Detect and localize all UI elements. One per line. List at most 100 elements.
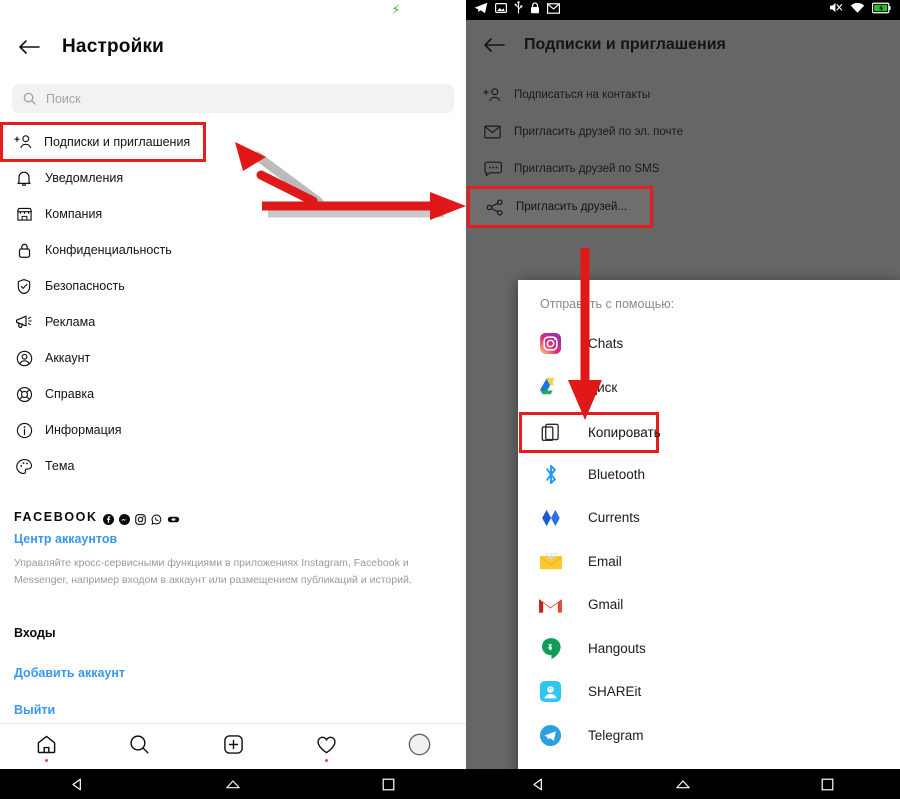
menu-item-invite-sms[interactable]: Пригласить друзей по SMS [466, 150, 900, 187]
logins-heading: Входы [14, 626, 56, 640]
telegram-icon [538, 723, 563, 748]
sidebar-item-label: Информация [45, 423, 122, 437]
add-account-link[interactable]: Добавить аккаунт [14, 666, 125, 680]
sidebar-item-privacy[interactable]: Конфиденциальность [0, 232, 466, 268]
sidebar-item-account[interactable]: Аккаунт [0, 340, 466, 376]
android-home-icon[interactable] [611, 777, 756, 791]
sidebar-item-label: Безопасность [45, 279, 125, 293]
menu-item-follow-contacts[interactable]: Подписаться на контакты [466, 76, 900, 113]
sidebar-item-information[interactable]: Информация [0, 412, 466, 448]
facebook-section: FACEBOOK Центр аккаунтов Управляйте крос… [14, 510, 454, 589]
share-item-bluetooth[interactable]: Bluetooth [518, 453, 900, 497]
android-home-icon[interactable] [155, 777, 310, 791]
copy-icon [538, 423, 563, 442]
share-item-label: Копировать [588, 425, 661, 440]
page-title: Настройки [62, 36, 165, 57]
left-android-navbar [0, 769, 466, 799]
tab-profile[interactable] [373, 724, 466, 770]
info-circle-icon [14, 420, 34, 440]
status-left-icons [474, 0, 561, 20]
facebook-description: Управляйте кросс-сервисными функциями в … [14, 557, 412, 586]
share-item-label: Currents [588, 510, 640, 526]
logout-link[interactable]: Выйти [14, 703, 55, 717]
left-status-bar: ⚡ [0, 0, 466, 20]
menu-item-invite-email[interactable]: Пригласить друзей по эл. почте [466, 113, 900, 150]
tab-search[interactable] [93, 724, 186, 770]
bell-icon [14, 168, 34, 188]
sidebar-item-theme[interactable]: Тема [0, 448, 466, 484]
sidebar-item-security[interactable]: Безопасность [0, 268, 466, 304]
home-icon [36, 734, 57, 760]
sidebar-item-label: Тема [45, 459, 75, 473]
sidebar-item-label: Компания [45, 207, 103, 221]
sms-bubble-icon [483, 159, 502, 178]
share-item-label: Telegram [588, 727, 644, 743]
tab-activity[interactable] [280, 724, 373, 770]
sidebar-item-help[interactable]: Справка [0, 376, 466, 412]
facebook-wordmark: FACEBOOK [14, 510, 98, 524]
share-icon [485, 198, 504, 217]
sidebar-item-label: Уведомления [45, 171, 124, 185]
accounts-center-link[interactable]: Центр аккаунтов [14, 532, 454, 546]
mute-icon [829, 1, 843, 19]
bottom-tab-bar [0, 723, 466, 770]
tab-create[interactable] [186, 724, 279, 770]
back-arrow-icon[interactable] [480, 31, 508, 59]
heart-icon [316, 735, 337, 760]
share-item-shareit[interactable]: SHAREit [518, 670, 900, 714]
activity-badge-dot [324, 759, 328, 762]
menu-item-invite-friends[interactable]: Пригласить друзей... [470, 189, 650, 225]
home-badge-dot [45, 759, 49, 762]
share-item-telegram[interactable]: Telegram [518, 714, 900, 758]
sidebar-item-label: Аккаунт [45, 351, 91, 365]
usb-icon [514, 1, 523, 19]
arrow-to-copy [568, 248, 602, 420]
android-recents-icon[interactable] [755, 778, 900, 791]
instagram-icon [538, 331, 563, 356]
add-person-icon [483, 85, 502, 104]
account-circle-icon [14, 348, 34, 368]
facebook-icon [102, 512, 114, 525]
search-icon [129, 734, 150, 760]
menu-item-label: Подписаться на контакты [514, 88, 651, 101]
share-item-email[interactable]: Email [518, 540, 900, 584]
share-item-hangouts[interactable]: Hangouts [518, 627, 900, 671]
plus-square-icon [223, 734, 244, 760]
lifebuoy-icon [14, 384, 34, 404]
right-phone-screen: Подписки и приглашения Подписаться на ко… [466, 0, 900, 799]
android-back-icon[interactable] [466, 777, 611, 792]
sidebar-item-subscriptions[interactable]: Подписки и приглашения [3, 125, 203, 159]
arrow-to-invite-friends [262, 192, 466, 220]
back-arrow-icon[interactable] [14, 32, 44, 62]
shield-check-icon [14, 276, 34, 296]
right-app-header: Подписки и приглашения [466, 20, 900, 70]
avatar-icon [408, 733, 431, 761]
page-title: Подписки и приглашения [524, 36, 726, 53]
telegram-icon [474, 1, 488, 19]
instagram-icon [134, 512, 146, 525]
search-input[interactable]: Поиск [12, 84, 454, 113]
gmail-icon [547, 1, 561, 19]
share-item-gmail[interactable]: Gmail [518, 583, 900, 627]
share-item-label: Gmail [588, 597, 624, 613]
sidebar-item-label: Реклама [45, 315, 96, 329]
whatsapp-icon [151, 512, 162, 525]
lock-icon [530, 1, 540, 19]
sidebar-item-label: Конфиденциальность [45, 243, 172, 257]
sidebar-item-ads[interactable]: Реклама [0, 304, 466, 340]
tab-home[interactable] [0, 724, 93, 770]
wifi-icon [850, 1, 865, 19]
right-status-bar [466, 0, 900, 20]
android-back-icon[interactable] [0, 777, 155, 792]
left-phone-screen: ⚡ Настройки Поиск Подписки и приглашения [0, 0, 466, 799]
currents-icon [538, 505, 563, 530]
lock-icon [14, 240, 34, 260]
oculus-icon [167, 512, 179, 523]
envelope-icon [483, 122, 502, 141]
android-recents-icon[interactable] [311, 778, 466, 791]
menu-item-label: Пригласить друзей по SMS [514, 162, 660, 175]
share-item-currents[interactable]: Currents [518, 496, 900, 540]
messenger-icon [118, 512, 130, 525]
share-item-label: Email [588, 553, 622, 569]
status-right-icons [829, 0, 891, 20]
